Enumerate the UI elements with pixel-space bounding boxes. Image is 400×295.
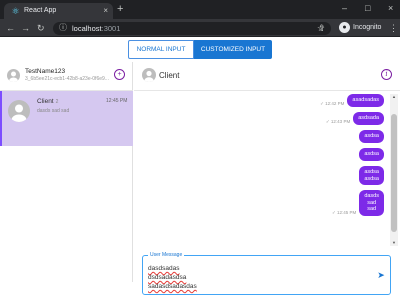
reload-icon[interactable]: ↻ bbox=[37, 22, 45, 34]
current-user-id: 3_6b5ee21c-ecb1-42b8-a23e-0f6e9... bbox=[25, 76, 109, 82]
avatar bbox=[8, 100, 30, 122]
input-mode-toggle: NORMAL INPUT CUSTOMIZED INPUT bbox=[128, 40, 272, 59]
chat-item-preview: dasds sad sad bbox=[37, 108, 70, 114]
url-port: :3001 bbox=[101, 24, 121, 33]
url-host: localhost bbox=[72, 24, 102, 33]
message-meta: ✓ 12:45 PM bbox=[332, 209, 357, 215]
message-bubble: asdsa bbox=[359, 148, 384, 161]
customized-input-button[interactable]: CUSTOMIZED INPUT bbox=[194, 40, 272, 59]
sidebar-header: TestName123 3_6b5ee21c-ecb1-42b8-a23e-0f… bbox=[0, 62, 133, 91]
send-icon[interactable]: ➤ bbox=[376, 270, 386, 280]
avatar bbox=[142, 68, 156, 82]
message-list[interactable]: ✓ 12:42 PM asadsadas ✓ 12:43 PM asdsada … bbox=[134, 92, 400, 248]
message-bubble: dasds sad sad bbox=[359, 190, 384, 216]
chat-app: NORMAL INPUT CUSTOMIZED INPUT TestName12… bbox=[0, 37, 400, 295]
chat-info-button[interactable]: i bbox=[381, 69, 392, 80]
tab-strip: ⚛ React App × + – □ × bbox=[0, 0, 400, 19]
message-row: ✓ 12:45 PM dasds sad sad bbox=[332, 190, 384, 216]
message-bubble: asdsa asdsa bbox=[359, 166, 384, 185]
tab-close-button[interactable]: × bbox=[103, 6, 108, 16]
menu-kebab-icon[interactable]: ⋮ bbox=[389, 22, 398, 34]
contact-name: Client bbox=[159, 71, 180, 80]
new-tab-button[interactable]: + bbox=[117, 3, 123, 15]
normal-input-button[interactable]: NORMAL INPUT bbox=[128, 40, 194, 59]
message-meta: ✓ 12:42 PM bbox=[320, 100, 345, 106]
message-bubble: asdsada bbox=[353, 112, 384, 125]
conversation-header: Client i bbox=[134, 62, 400, 91]
message-bubble: asdsa bbox=[359, 130, 384, 143]
message-row: ✓ 12:42 PM asadsadas bbox=[320, 94, 384, 107]
minimize-button[interactable]: – bbox=[342, 2, 347, 14]
chat-sidebar: TestName123 3_6b5ee21c-ecb1-42b8-a23e-0f… bbox=[0, 62, 133, 282]
unread-count-badge: 2 bbox=[55, 99, 59, 105]
url-text: localhost:3001 bbox=[72, 23, 120, 34]
info-icon[interactable]: ⓘ bbox=[58, 23, 68, 33]
address-bar[interactable]: ⓘ localhost:3001 ☆ bbox=[53, 22, 331, 35]
message-row: ✓ 12:43 PM asdsada bbox=[326, 112, 384, 125]
back-icon[interactable]: ← bbox=[6, 22, 15, 34]
message-row: asdsa bbox=[356, 148, 384, 161]
chat-item-name-text: Client bbox=[37, 98, 54, 105]
message-scrollbar[interactable]: ▲ ▼ bbox=[390, 94, 398, 246]
message-bubble: asadsadas bbox=[347, 94, 384, 107]
browser-tab[interactable]: ⚛ React App × bbox=[4, 3, 113, 19]
scrollbar-thumb[interactable] bbox=[391, 114, 397, 232]
profile-label[interactable]: Incognito bbox=[353, 23, 381, 33]
share-icon[interactable]: ⇪ bbox=[318, 22, 326, 34]
message-row: asdsa bbox=[356, 130, 384, 143]
browser-window: ⚛ React App × + – □ × ← → ↻ ⓘ localhost:… bbox=[0, 0, 400, 295]
avatar bbox=[7, 69, 20, 82]
chat-item-time: 12:45 PM bbox=[106, 98, 128, 104]
forward-icon[interactable]: → bbox=[21, 22, 30, 34]
incognito-icon[interactable]: ● bbox=[339, 22, 350, 33]
browser-toolbar: ← → ↻ ⓘ localhost:3001 ☆ ⇪ ● Incognito ⋮ bbox=[0, 19, 400, 37]
message-input[interactable]: dasdsadas dsdsadasdsa sadasdsadasdas bbox=[148, 264, 338, 291]
chat-item-name: Client 2 bbox=[37, 98, 58, 106]
window-close-button[interactable]: × bbox=[388, 2, 393, 14]
new-chat-button[interactable]: + bbox=[114, 69, 125, 80]
tab-title: React App bbox=[24, 7, 57, 14]
chat-list-item[interactable]: Client 2 12:45 PM dasds sad sad bbox=[0, 91, 133, 146]
conversation-panel: Client i ✓ 12:42 PM asadsadas ✓ 12:43 PM… bbox=[134, 62, 400, 295]
maximize-button[interactable]: □ bbox=[365, 2, 370, 14]
message-meta: ✓ 12:43 PM bbox=[325, 118, 351, 124]
current-user-name: TestName123 bbox=[25, 68, 66, 75]
scroll-up-icon[interactable]: ▲ bbox=[391, 94, 397, 100]
composer-label: User Message bbox=[148, 252, 185, 258]
react-icon: ⚛ bbox=[11, 6, 20, 16]
scroll-down-icon[interactable]: ▼ bbox=[391, 240, 397, 246]
message-row: asdsa asdsa bbox=[356, 166, 384, 185]
message-composer: User Message dasdsadas dsdsadasdsa sadas… bbox=[142, 252, 391, 295]
